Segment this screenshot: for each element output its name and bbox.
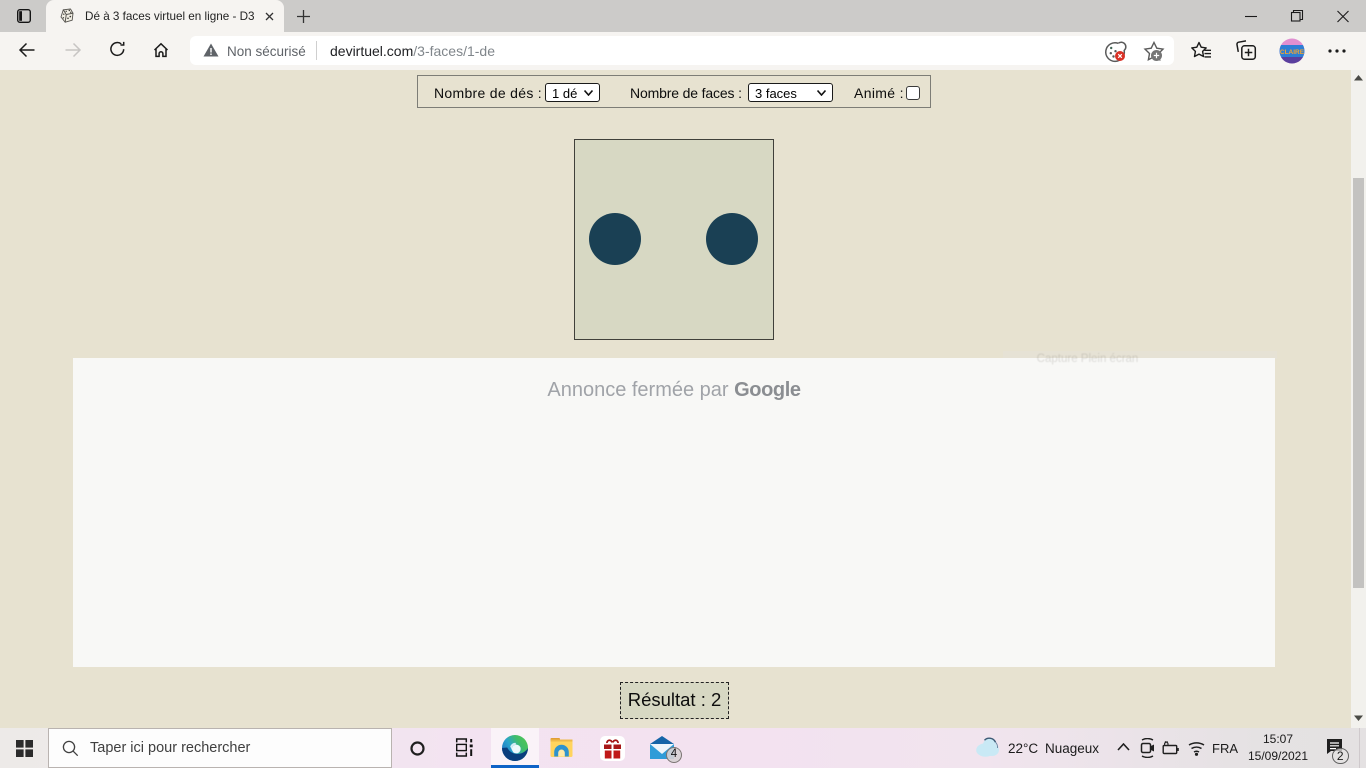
svg-text:CLAIRE: CLAIRE [1280, 49, 1305, 56]
